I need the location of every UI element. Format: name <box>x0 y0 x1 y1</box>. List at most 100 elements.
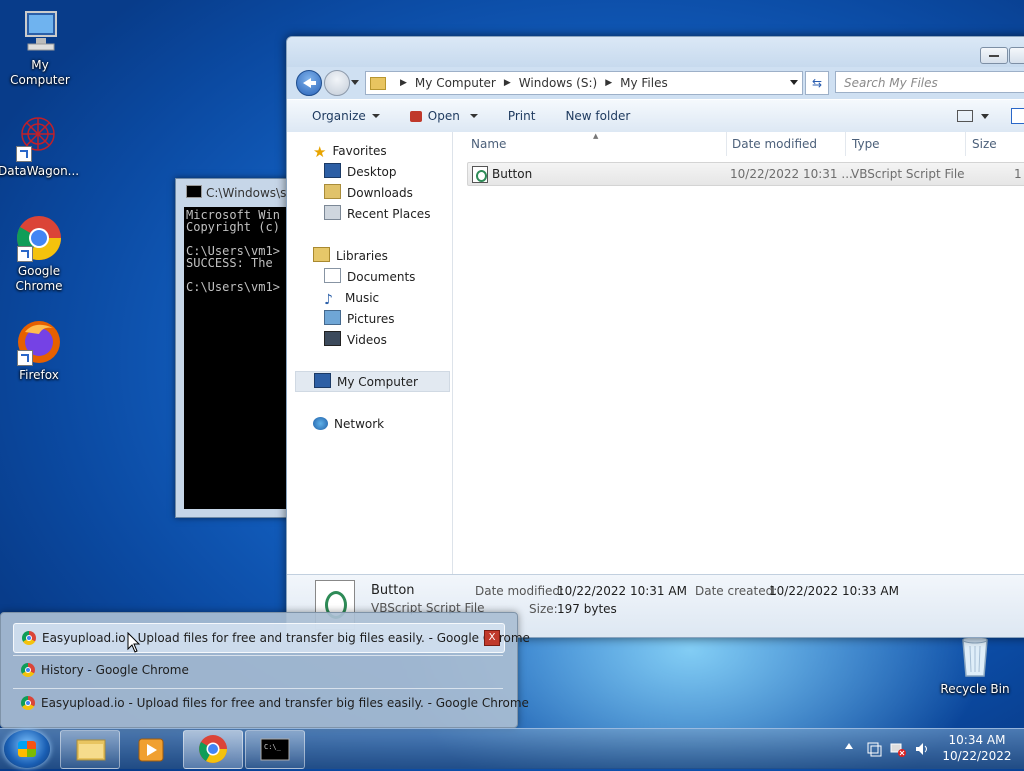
clock-date: 10/22/2022 <box>942 749 1012 763</box>
taskbar-cmd-button[interactable]: C:\_ <box>245 730 305 769</box>
nav-documents[interactable]: Documents <box>324 267 415 288</box>
search-input[interactable]: Search My Files <box>835 71 1024 93</box>
volume-icon[interactable] <box>914 741 930 757</box>
desktop-icon-label: Google Chrome <box>15 264 63 293</box>
file-type: VBScript Script File <box>851 167 965 181</box>
maximize-button[interactable] <box>1009 47 1024 64</box>
nav-favorites[interactable]: ★ Favorites <box>313 141 387 162</box>
nav-libraries[interactable]: Libraries <box>313 246 388 267</box>
nav-libraries-label: Libraries <box>336 249 388 263</box>
nav-recent-label: Recent Places <box>347 207 431 221</box>
chrome-icon <box>22 631 36 645</box>
computer-icon <box>314 373 331 388</box>
taskbar-explorer-button[interactable] <box>60 730 120 769</box>
star-icon: ★ <box>313 143 327 161</box>
start-button[interactable] <box>4 730 50 768</box>
desktop-icon-firefox[interactable]: Firefox <box>0 318 79 383</box>
desktop-icon-google-chrome[interactable]: Google Chrome <box>0 214 79 294</box>
computer-icon <box>16 8 64 56</box>
details-modified-label: Date modified: <box>475 584 565 598</box>
back-button[interactable] <box>296 70 322 96</box>
desktop-icon-label: Firefox <box>19 368 59 382</box>
open-label: Open <box>427 109 460 123</box>
file-list[interactable]: ▲ Name Date modified Type Size Button 10… <box>453 132 1024 574</box>
view-dropdown-icon[interactable] <box>981 114 989 119</box>
action-center-icon[interactable] <box>866 741 882 757</box>
desktop-icon-my-computer[interactable]: My Computer <box>0 8 80 88</box>
nav-network[interactable]: Network <box>313 414 384 435</box>
refresh-button[interactable]: ⇆ <box>805 71 829 95</box>
console-icon <box>186 185 202 198</box>
breadcrumb-windows-drive[interactable]: Windows (S:) <box>519 76 597 90</box>
chrome-icon <box>21 663 35 677</box>
nav-desktop[interactable]: Desktop <box>324 162 397 183</box>
column-header-name[interactable]: Name <box>465 132 727 156</box>
close-icon[interactable]: X <box>484 630 500 646</box>
libraries-icon <box>313 247 330 262</box>
clock-time: 10:34 AM <box>948 733 1006 747</box>
desktop-icon-datawagon[interactable]: DataWagon... <box>0 114 80 179</box>
column-header-size[interactable]: Size <box>966 132 1024 156</box>
desktop-icon-label: DataWagon... <box>0 164 80 178</box>
nav-videos-label: Videos <box>347 333 387 347</box>
breadcrumb-chevron-icon[interactable]: ▶ <box>504 78 511 88</box>
cmd-title: C:\Windows\sy <box>206 186 294 200</box>
explorer-window[interactable]: ▶ My Computer ▶ Windows (S:) ▶ My Files … <box>286 36 1024 638</box>
column-header-type[interactable]: Type <box>846 132 966 156</box>
preview-pane-button[interactable] <box>1011 108 1024 124</box>
nav-downloads[interactable]: Downloads <box>324 183 413 204</box>
nav-videos[interactable]: Videos <box>324 330 387 351</box>
minimize-button[interactable] <box>980 47 1008 64</box>
navigation-bar: ▶ My Computer ▶ Windows (S:) ▶ My Files … <box>287 67 1024 99</box>
address-dropdown-icon[interactable] <box>790 80 798 85</box>
window-title: Easyupload.io - Upload files for free an… <box>41 696 529 710</box>
nav-my-computer-label: My Computer <box>337 375 418 389</box>
videos-icon <box>324 331 341 346</box>
print-button[interactable]: Print <box>490 109 548 123</box>
desktop-icon-recycle-bin[interactable]: Recycle Bin <box>935 632 1015 697</box>
details-created-value: 10/22/2022 10:33 AM <box>769 584 899 598</box>
system-clock[interactable]: 10:34 AM 10/22/2022 <box>937 732 1017 764</box>
breadcrumb-chevron-icon[interactable]: ▶ <box>400 78 407 88</box>
recent-pages-dropdown[interactable] <box>351 80 359 85</box>
folder-icon <box>370 76 386 90</box>
nav-downloads-label: Downloads <box>347 186 413 200</box>
column-header-date-modified[interactable]: Date modified <box>726 132 846 156</box>
downloads-icon <box>324 184 341 199</box>
window-item-easyupload-2[interactable]: Easyupload.io - Upload files for free an… <box>13 689 529 717</box>
file-name: Button <box>492 167 533 181</box>
new-folder-button[interactable]: New folder <box>547 109 642 123</box>
nav-my-computer[interactable]: My Computer <box>295 371 450 392</box>
chrome-icon <box>199 735 227 763</box>
recent-places-icon <box>324 205 341 220</box>
console-icon: C:\_ <box>260 738 290 761</box>
show-hidden-icons-button[interactable] <box>845 743 853 749</box>
window-item-history[interactable]: History - Google Chrome <box>13 656 503 684</box>
taskbar-media-player-button[interactable] <box>121 730 181 769</box>
nav-recent-places[interactable]: Recent Places <box>324 204 430 225</box>
breadcrumb-my-computer[interactable]: My Computer <box>415 76 496 90</box>
address-bar[interactable]: ▶ My Computer ▶ Windows (S:) ▶ My Files <box>365 71 803 95</box>
nav-network-label: Network <box>334 417 385 431</box>
nav-pictures[interactable]: Pictures <box>324 309 395 330</box>
taskbar-chrome-button[interactable] <box>183 730 243 769</box>
forward-button[interactable] <box>324 70 350 96</box>
navigation-pane: ★ Favorites Desktop Downloads Recent Plac… <box>287 132 453 574</box>
explorer-titlebar[interactable] <box>287 37 1024 67</box>
taskbar-window-list-popup: Easyupload.io - Upload files for free an… <box>0 612 530 728</box>
breadcrumb-chevron-icon[interactable]: ▶ <box>605 78 612 88</box>
window-item-easyupload-1[interactable]: Easyupload.io - Upload files for free an… <box>13 623 530 653</box>
nav-music[interactable]: ♪ Music <box>324 288 379 309</box>
open-button[interactable]: Open <box>392 109 490 123</box>
desktop-icon <box>324 163 341 178</box>
window-title: History - Google Chrome <box>41 663 189 677</box>
nav-music-label: Music <box>345 291 380 305</box>
file-row[interactable]: Button 10/22/2022 10:31 ... VBScript Scr… <box>467 162 1024 186</box>
network-disconnected-icon[interactable] <box>890 741 906 757</box>
view-icon[interactable] <box>957 110 973 122</box>
breadcrumb-my-files[interactable]: My Files <box>620 76 668 90</box>
svg-text:C:\_: C:\_ <box>264 743 282 751</box>
music-icon: ♪ <box>324 292 333 308</box>
taskbar: C:\_ 10:34 AM 10/22/2022 <box>0 728 1024 769</box>
organize-button[interactable]: Organize <box>287 109 392 123</box>
